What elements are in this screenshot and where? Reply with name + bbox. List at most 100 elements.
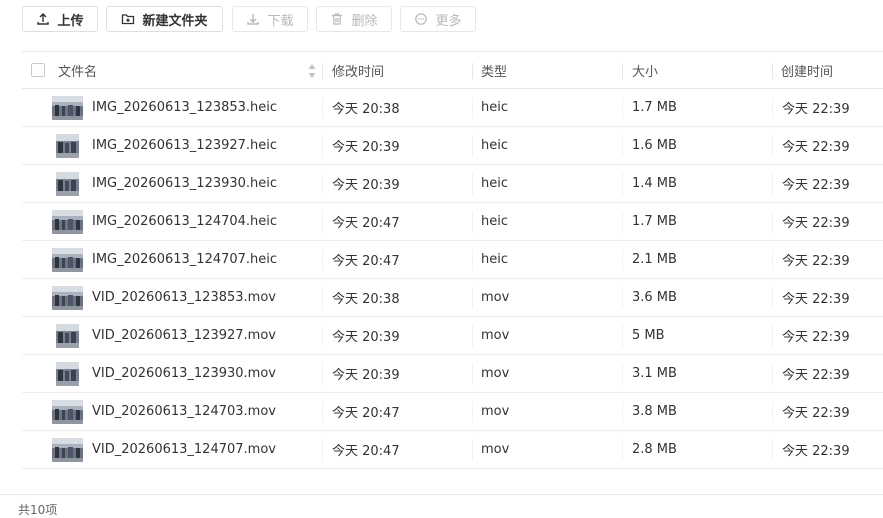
table-row[interactable]: VID_20260613_123853.mov 今天 20:38 mov 3.6 MB… [22,279,883,317]
file-name[interactable]: IMG_20260613_123853.heic [92,89,277,126]
file-name[interactable]: IMG_20260613_123930.heic [92,165,277,202]
created-time: 今天 22:39 [782,140,850,155]
cell-divider [472,249,473,271]
cell-divider [622,363,623,385]
cell-divider [622,173,623,195]
cell-divider [322,325,323,347]
table-row[interactable]: VID_20260613_123930.mov 今天 20:39 mov 3.1 MB… [22,355,883,393]
file-thumbnail [52,248,83,272]
delete-button[interactable]: 删除 [316,6,392,32]
cell-divider [622,287,623,309]
column-header-created[interactable]: 创建时间 [781,52,833,89]
folder-plus-icon [121,12,135,26]
table-row[interactable]: IMG_20260613_124704.heic 今天 20:47 heic 1.7 … [22,203,883,241]
created-time: 今天 22:39 [782,102,850,117]
table-row[interactable]: VID_20260613_124707.mov 今天 20:47 mov 2.8 MB… [22,431,883,469]
column-divider[interactable] [322,63,323,79]
table-header: 文件名 修改时间 类型 大小 创建时间 [22,51,883,89]
download-button[interactable]: 下载 [232,6,308,32]
file-size: 1.4 MB [632,176,677,191]
cell-divider [622,325,623,347]
cell-divider [772,401,773,423]
created-time: 今天 22:39 [782,292,850,307]
column-header-modified[interactable]: 修改时间 [332,52,384,89]
cell-divider [772,325,773,347]
file-type: mov [481,328,510,343]
sort-icon[interactable] [307,62,317,80]
file-name[interactable]: IMG_20260613_124707.heic [92,241,277,278]
cell-divider [322,287,323,309]
file-name[interactable]: VID_20260613_123927.mov [92,317,276,354]
file-size: 2.1 MB [632,252,677,267]
file-size: 3.8 MB [632,404,677,419]
modified-time: 今天 20:38 [332,102,400,117]
cell-divider [772,287,773,309]
file-name[interactable]: VID_20260613_124707.mov [92,431,276,468]
select-all-checkbox[interactable] [31,63,45,77]
cell-divider [322,401,323,423]
cell-divider [322,439,323,461]
cell-divider [772,97,773,119]
download-icon [246,12,260,26]
more-label: 更多 [435,13,462,29]
column-divider[interactable] [622,63,623,79]
file-type: mov [481,442,510,457]
cell-divider [622,135,623,157]
cell-divider [772,211,773,233]
column-header-name[interactable]: 文件名 [58,52,97,89]
file-thumbnail [52,286,83,310]
modified-time: 今天 20:39 [332,140,400,155]
table-row[interactable]: IMG_20260613_123927.heic 今天 20:39 heic 1.6 … [22,127,883,165]
file-size: 1.6 MB [632,138,677,153]
file-size: 3.1 MB [632,366,677,381]
cell-divider [772,439,773,461]
column-type-label: 类型 [481,65,508,80]
modified-time: 今天 20:39 [332,178,400,193]
cell-divider [322,135,323,157]
file-name[interactable]: IMG_20260613_124704.heic [92,203,277,240]
file-type: heic [481,138,508,153]
cell-divider [622,249,623,271]
table-row[interactable]: IMG_20260613_123853.heic 今天 20:38 heic 1.7 … [22,89,883,127]
file-name[interactable]: VID_20260613_123853.mov [92,279,276,316]
column-divider[interactable] [472,63,473,79]
created-time: 今天 22:39 [782,444,850,459]
column-header-type[interactable]: 类型 [481,52,507,89]
file-name[interactable]: IMG_20260613_123927.heic [92,127,277,164]
upload-label: 上传 [57,13,84,29]
cell-divider [622,211,623,233]
file-thumbnail [56,362,79,386]
table-row[interactable]: IMG_20260613_124707.heic 今天 20:47 heic 2.1 … [22,241,883,279]
cell-divider [622,97,623,119]
file-type: heic [481,100,508,115]
more-button[interactable]: 更多 [400,6,476,32]
cell-divider [472,211,473,233]
modified-time: 今天 20:39 [332,368,400,383]
table-row[interactable]: IMG_20260613_123930.heic 今天 20:39 heic 1.4 … [22,165,883,203]
table-row[interactable]: VID_20260613_123927.mov 今天 20:39 mov 5 MB 今天… [22,317,883,355]
file-name[interactable]: VID_20260613_123930.mov [92,355,276,392]
column-size-label: 大小 [632,65,659,80]
new-folder-button[interactable]: 新建文件夹 [106,6,223,32]
cell-divider [472,135,473,157]
created-time: 今天 22:39 [782,216,850,231]
created-time: 今天 22:39 [782,178,850,193]
cell-divider [322,97,323,119]
upload-button[interactable]: 上传 [22,6,98,32]
trash-icon [330,12,344,26]
cell-divider [772,135,773,157]
file-type: heic [481,176,508,191]
file-size: 5 MB [632,328,665,343]
more-icon [414,12,428,26]
table-row[interactable]: VID_20260613_124703.mov 今天 20:47 mov 3.8 MB… [22,393,883,431]
cell-divider [322,363,323,385]
column-name-label: 文件名 [58,65,98,80]
file-name[interactable]: VID_20260613_124703.mov [92,393,276,430]
column-divider[interactable] [772,63,773,79]
file-thumbnail [52,438,83,462]
modified-time: 今天 20:39 [332,330,400,345]
cell-divider [472,173,473,195]
file-size: 1.7 MB [632,214,677,229]
column-header-size[interactable]: 大小 [632,52,658,89]
file-size: 3.6 MB [632,290,677,305]
